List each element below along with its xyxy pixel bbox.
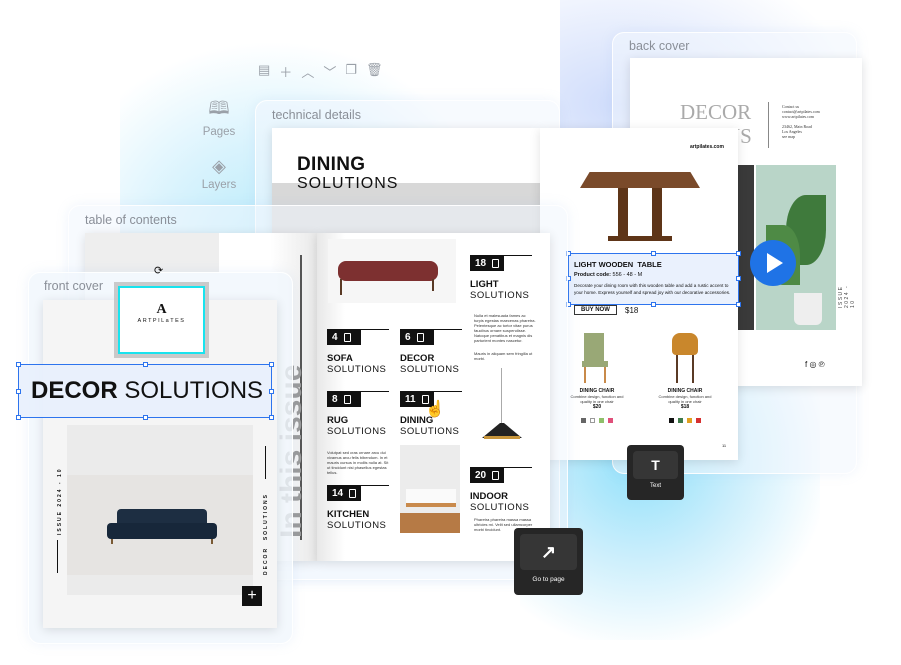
video-play-button[interactable] bbox=[750, 240, 796, 286]
duplicate-icon[interactable]: ❐ bbox=[345, 62, 357, 81]
back-title: DECOR bbox=[680, 100, 752, 124]
plus-icon[interactable]: ＋ bbox=[279, 62, 292, 81]
social-icons[interactable]: f ◎ ℗ bbox=[805, 360, 825, 369]
product-card[interactable]: DINING CHAIR Combine design, function an… bbox=[650, 388, 720, 428]
sofa-image bbox=[107, 509, 217, 544]
rotate-icon[interactable]: ⟳ bbox=[154, 264, 163, 277]
page-icon bbox=[416, 332, 424, 342]
tool-label: Go to page bbox=[532, 576, 565, 583]
add-button[interactable]: + bbox=[242, 586, 262, 606]
section-title: DINING bbox=[297, 154, 366, 175]
artpilates-logo: A ARTPILaTES bbox=[137, 302, 186, 324]
text-icon: T bbox=[633, 451, 678, 479]
stool-image bbox=[670, 333, 700, 383]
panel-label: technical details bbox=[272, 108, 361, 122]
buy-now-button[interactable]: BUY NOW bbox=[574, 305, 617, 315]
product-code-label: Product code: bbox=[574, 272, 611, 278]
product-code: 556 - 48 - M bbox=[612, 272, 643, 278]
cover-title-bold: DECOR bbox=[31, 377, 118, 404]
comment-icon[interactable]: ▤ bbox=[258, 62, 270, 81]
tool-label: Text bbox=[649, 483, 661, 489]
toc-entry[interactable]: 18 LIGHT SOLUTIONS bbox=[470, 255, 532, 301]
product-title: LIGHT WOODEN TABLE bbox=[574, 260, 662, 269]
section-subtitle: SOLUTIONS bbox=[297, 175, 399, 192]
page-icon bbox=[343, 332, 351, 342]
vertical-text: ISSUE 2024 - 10 bbox=[838, 284, 856, 308]
chevron-down-icon[interactable]: ﹀ bbox=[323, 62, 336, 81]
product-description: Decorate your dining room with this wood… bbox=[574, 283, 731, 295]
price: $18 bbox=[625, 306, 639, 315]
page-icon bbox=[492, 258, 499, 268]
panel-label: front cover bbox=[44, 279, 104, 293]
text-tool-button[interactable]: T Text bbox=[627, 445, 684, 500]
go-to-page-button[interactable]: ↗ Go to page bbox=[514, 528, 583, 595]
sofa-image bbox=[328, 239, 456, 303]
body-text: Volutpat sed cras ornare arcu dui vivamu… bbox=[327, 450, 389, 475]
toc-entry[interactable]: 6 DECOR SOLUTIONS bbox=[400, 329, 462, 375]
panel-label: back cover bbox=[629, 39, 690, 53]
cover-title-light: SOLUTIONS bbox=[124, 377, 264, 404]
sidebar-item-label: Layers bbox=[201, 179, 237, 191]
title-selection[interactable]: DECOR SOLUTIONS bbox=[16, 362, 274, 420]
kitchen-image bbox=[400, 445, 460, 533]
page-icon bbox=[349, 488, 356, 498]
chair-image bbox=[580, 333, 610, 383]
hand-cursor-icon: ☝ bbox=[425, 401, 445, 418]
vertical-text: ISSUE 2024 - 10 bbox=[57, 467, 63, 535]
cover-photo bbox=[67, 425, 253, 595]
vertical-text: DECOR SOLUTIONS bbox=[263, 492, 269, 575]
body-text: Mauris in aliquam sem fringilla ut morbi… bbox=[474, 351, 533, 361]
site-url: artpilates.com bbox=[690, 144, 724, 150]
logo-selection[interactable]: A ARTPILaTES bbox=[118, 286, 205, 354]
sidebar-item-layers[interactable]: ◈ Layers bbox=[189, 156, 249, 191]
book-icon: 🕮 bbox=[208, 98, 230, 118]
arrow-up-right-icon: ↗ bbox=[520, 534, 577, 570]
toc-entry[interactable]: 14 KITCHEN SOLUTIONS bbox=[327, 485, 389, 531]
table-image bbox=[580, 172, 700, 242]
contact-info: Contact us contact@artpilates.com www.artp… bbox=[782, 104, 820, 139]
trash-icon[interactable]: 🗑 bbox=[366, 62, 383, 81]
page-icon bbox=[343, 394, 351, 404]
pendant-lamp-image bbox=[477, 368, 527, 448]
chevron-up-icon[interactable]: ︿ bbox=[301, 62, 314, 81]
sidebar-item-label: Pages bbox=[202, 126, 236, 138]
page-number: 11 bbox=[722, 443, 727, 448]
product-text-selection[interactable]: LIGHT WOODEN TABLE Product code: 556 - 4… bbox=[566, 251, 741, 307]
body-text: Nulla et malesuada fames ac turpis egest… bbox=[474, 313, 536, 343]
page-toolbar: ▤ ＋ ︿ ﹀ ❐ 🗑 bbox=[258, 62, 383, 81]
toc-right-page[interactable]: 4 SOFA SOLUTIONS 6 DECOR SOLUTIONS 8 RUG SOLUT… bbox=[317, 233, 550, 561]
toc-entry[interactable]: 8 RUG SOLUTIONS bbox=[327, 391, 389, 437]
sidebar-item-pages[interactable]: 🕮 Pages bbox=[189, 96, 249, 138]
product-card[interactable]: DINING CHAIR Combine design, function an… bbox=[562, 388, 632, 428]
page-icon bbox=[492, 470, 499, 480]
panel-label: table of contents bbox=[85, 213, 177, 227]
layers-icon: ◈ bbox=[212, 156, 226, 176]
toc-entry[interactable]: 4 SOFA SOLUTIONS bbox=[327, 329, 389, 375]
play-icon bbox=[767, 253, 783, 273]
toc-entry[interactable]: 20 INDOOR SOLUTIONS bbox=[470, 467, 532, 513]
